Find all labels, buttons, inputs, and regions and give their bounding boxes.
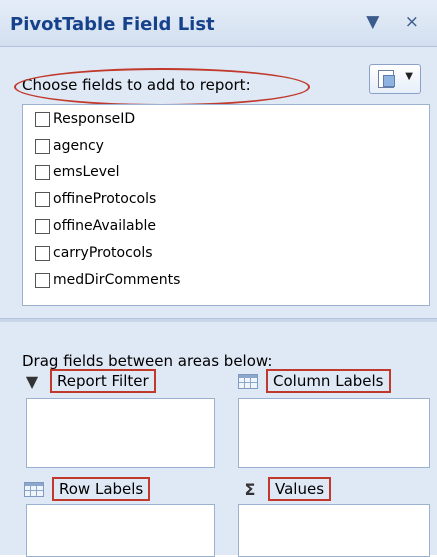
pivot-field-list-panel: PivotTable Field List ▼ × Choose fields …	[0, 0, 437, 557]
field-item[interactable]: offineProtocols	[35, 188, 156, 210]
field-checkbox[interactable]	[35, 245, 50, 261]
columns-grid-icon	[238, 373, 258, 389]
field-checkbox[interactable]	[35, 138, 50, 154]
panel-splitter[interactable]	[0, 318, 437, 322]
report-filter-header: ▼ Report Filter	[22, 368, 156, 394]
field-item[interactable]: ResponseID	[35, 108, 135, 130]
values-header: Σ Values	[240, 476, 332, 502]
column-labels-drop-area[interactable]	[238, 398, 430, 468]
values-drop-area[interactable]	[238, 504, 430, 557]
field-label: medDirComments	[53, 272, 181, 288]
row-labels-label: Row Labels	[52, 477, 151, 501]
chevron-down-icon: ▼	[405, 71, 413, 82]
field-checkbox[interactable]	[35, 218, 50, 234]
filter-icon: ▼	[25, 371, 39, 391]
column-labels-header: Column Labels	[238, 368, 391, 394]
field-item[interactable]: medDirComments	[35, 269, 180, 291]
values-label: Values	[268, 477, 332, 501]
highlight-ellipse	[14, 68, 310, 106]
layout-icon	[378, 70, 395, 88]
field-label: ResponseID	[53, 111, 136, 127]
sigma-icon: Σ	[244, 479, 256, 499]
field-checkbox[interactable]	[35, 164, 50, 180]
rows-grid-icon	[24, 481, 44, 497]
field-label: emsLevel	[53, 164, 120, 180]
panel-title: PivotTable Field List	[10, 14, 215, 35]
panel-menu-close-buttons[interactable]: ▼ ×	[366, 12, 429, 32]
field-label: offineProtocols	[53, 191, 157, 207]
panel-title-bar: PivotTable Field List ▼ ×	[0, 0, 437, 47]
field-item[interactable]: emsLevel	[35, 161, 120, 183]
report-filter-drop-area[interactable]	[26, 398, 215, 468]
field-list-layout-button[interactable]: ▼	[369, 64, 421, 94]
field-checkbox[interactable]	[35, 111, 50, 127]
field-label: agency	[53, 138, 104, 154]
row-labels-drop-area[interactable]	[26, 504, 215, 557]
field-item[interactable]: agency	[35, 135, 104, 157]
field-checkbox[interactable]	[35, 191, 50, 207]
field-label: offineAvailable	[53, 218, 156, 234]
report-filter-label: Report Filter	[50, 369, 156, 393]
field-item[interactable]: carryProtocols	[35, 242, 153, 264]
field-checkbox[interactable]	[35, 272, 50, 288]
field-item[interactable]: offineAvailable	[35, 215, 156, 237]
field-label: carryProtocols	[53, 245, 153, 261]
column-labels-label: Column Labels	[266, 369, 391, 393]
field-list: ResponseID agency emsLevel offineProtoco…	[22, 104, 430, 306]
row-labels-header: Row Labels	[24, 476, 151, 502]
